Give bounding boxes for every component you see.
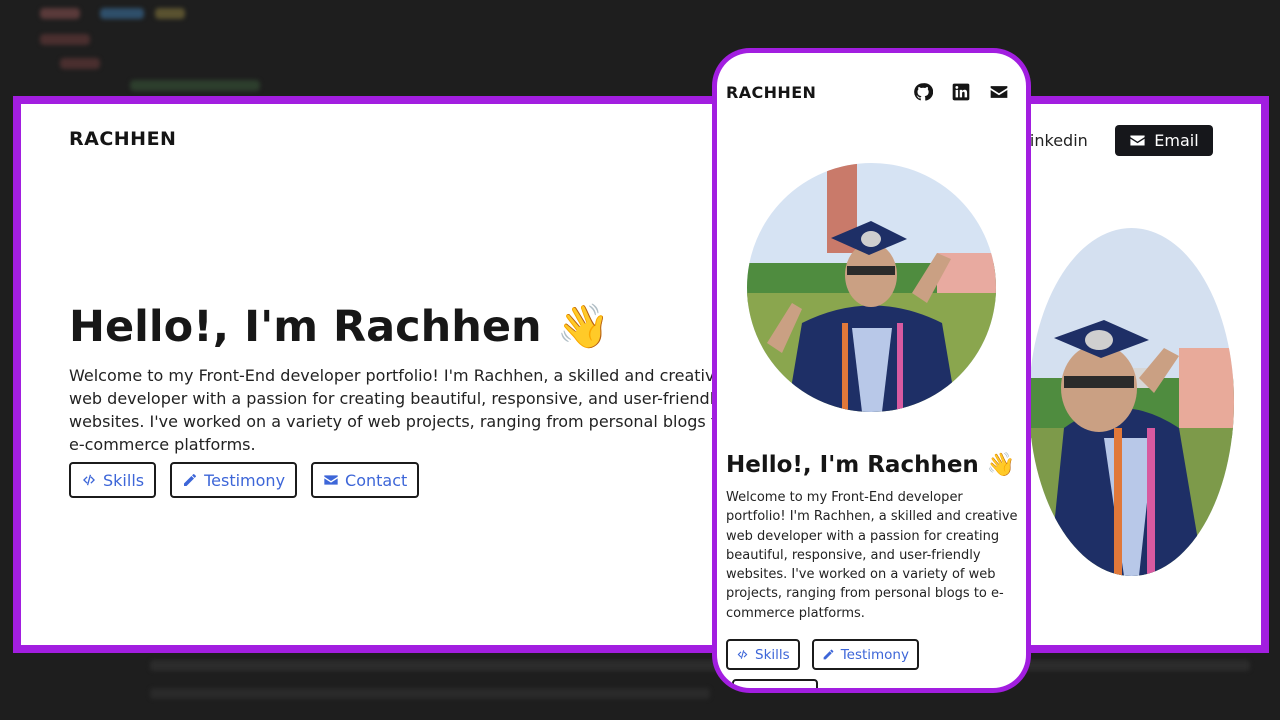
- github-icon[interactable]: [913, 82, 933, 102]
- email-icon[interactable]: [989, 82, 1009, 102]
- profile-photo: [1029, 228, 1234, 576]
- mobile-hero-description: Welcome to my Front-End developer portfo…: [726, 490, 1018, 621]
- mobile-button-row: Skills Testimony: [726, 639, 919, 670]
- linkedin-icon[interactable]: [951, 82, 971, 102]
- hero-title: Hello!, I'm Rachhen 👋: [69, 302, 611, 352]
- code-icon: [83, 474, 95, 486]
- skills-button[interactable]: Skills: [69, 462, 157, 498]
- nav-email-button[interactable]: Email: [1115, 125, 1213, 156]
- mobile-testimony-button-label: Testimony: [840, 646, 909, 663]
- mobile-profile-photo: [747, 163, 996, 412]
- testimony-button[interactable]: Testimony: [170, 462, 298, 498]
- mobile-screen: RACHHEN Hello!, I'm Rachhen 👋 Welcome to…: [717, 53, 1026, 688]
- envelope-icon: [1130, 135, 1145, 146]
- envelope-icon: [324, 475, 338, 485]
- hero-description: Welcome to my Front-End developer portfo…: [69, 366, 727, 454]
- email-button-label: Email: [1154, 131, 1199, 150]
- desktop-preview: RACHHEN Linkedin Email Hello!, I'm Rachh…: [13, 96, 1269, 653]
- mobile-site-logo[interactable]: RACHHEN: [726, 83, 816, 102]
- mobile-skills-button-label: Skills: [755, 646, 790, 663]
- mobile-testimony-button[interactable]: Testimony: [811, 639, 919, 670]
- mobile-contact-button-partial[interactable]: [732, 679, 818, 688]
- mobile-social-icons: [913, 82, 1009, 102]
- site-logo[interactable]: RACHHEN: [69, 128, 176, 150]
- contact-button-label: Contact: [345, 470, 408, 490]
- pencil-icon: [184, 474, 197, 486]
- skills-button-label: Skills: [103, 470, 145, 490]
- hero-button-row: Skills Testimony Contact: [69, 462, 420, 498]
- contact-button[interactable]: Contact: [311, 462, 420, 498]
- mobile-hero-title: Hello!, I'm Rachhen 👋: [726, 452, 1016, 478]
- nav-linkedin-link[interactable]: Linkedin: [1021, 131, 1088, 150]
- testimony-button-label: Testimony: [204, 470, 286, 490]
- pencil-icon: [823, 649, 834, 660]
- code-icon: [737, 650, 748, 659]
- mobile-skills-button[interactable]: Skills: [726, 639, 800, 670]
- mobile-preview: RACHHEN Hello!, I'm Rachhen 👋 Welcome to…: [712, 48, 1031, 693]
